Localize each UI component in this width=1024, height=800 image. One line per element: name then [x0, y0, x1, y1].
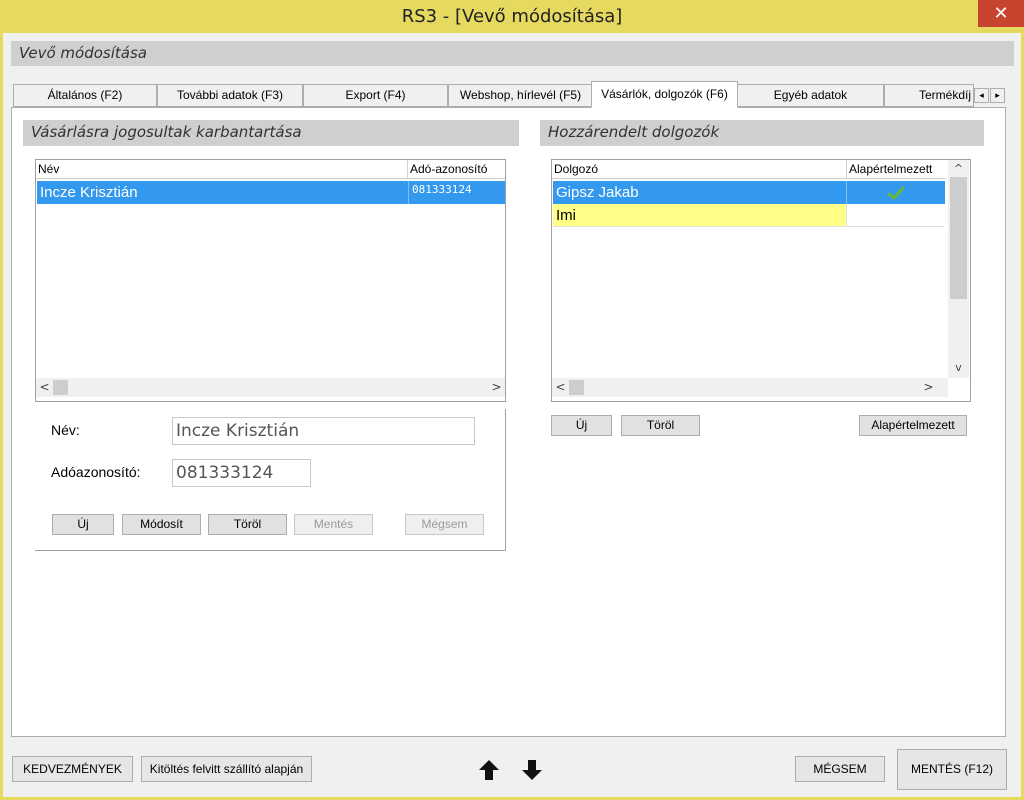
scroll-up-icon[interactable]: ^	[948, 160, 969, 177]
buyer-cancel-button[interactable]: Mégsem	[405, 514, 484, 535]
scroll-right-icon[interactable]: >	[488, 378, 505, 397]
buyer-delete-button[interactable]: Töröl	[208, 514, 287, 535]
column-header-default[interactable]: Alapértelmezett	[846, 160, 946, 179]
scroll-left-icon[interactable]: <	[552, 378, 569, 397]
buyer-modify-button[interactable]: Módosít	[122, 514, 201, 535]
buyer-new-button[interactable]: Új	[52, 514, 114, 535]
check-icon	[887, 186, 905, 200]
tab-product-fee[interactable]: Termékdíj	[884, 84, 974, 107]
tab-general[interactable]: Általános (F2)	[13, 84, 157, 107]
employee-row-default[interactable]	[846, 181, 945, 204]
employee-new-button[interactable]: Új	[551, 415, 612, 436]
column-header-tax-id[interactable]: Adó-azonosító	[407, 160, 505, 179]
name-field[interactable]: Incze Krisztián	[172, 417, 475, 445]
close-icon[interactable]: ✕	[978, 0, 1024, 27]
scroll-thumb[interactable]	[950, 177, 967, 299]
buyers-hscrollbar[interactable]: < >	[36, 378, 505, 397]
buyers-grid: Név Adó-azonosító Incze Krisztián 081333…	[35, 159, 506, 402]
employee-delete-button[interactable]: Töröl	[621, 415, 700, 436]
arrow-down-icon[interactable]	[521, 759, 543, 781]
buyers-section-title: Vásárlásra jogosultak karbantartása	[23, 120, 519, 146]
discounts-button[interactable]: KEDVEZMÉNYEK	[12, 756, 133, 782]
tab-scroll-right-icon[interactable]: ▸	[990, 88, 1005, 103]
cancel-button[interactable]: MÉGSEM	[795, 756, 885, 782]
name-label: Név:	[51, 422, 80, 438]
tax-id-label: Adóazonosító:	[51, 464, 141, 480]
employee-row-name[interactable]: Gipsz Jakab	[553, 181, 846, 204]
scroll-thumb[interactable]	[569, 380, 584, 395]
fill-from-carrier-button[interactable]: Kitöltés felvitt szállító alapján	[141, 756, 312, 782]
window-title: RS3 - [Vevő módosítása]	[401, 6, 623, 27]
tab-export[interactable]: Export (F4)	[303, 84, 448, 107]
scroll-right-icon[interactable]: >	[920, 378, 937, 397]
page-title: Vevő módosítása	[11, 41, 1014, 66]
employees-section-title: Hozzárendelt dolgozók	[540, 120, 984, 146]
tab-buyers-employees[interactable]: Vásárlók, dolgozók (F6)	[591, 81, 738, 108]
save-button[interactable]: MENTÉS (F12)	[897, 749, 1007, 790]
buyer-row-tax-id[interactable]: 081333124	[408, 181, 505, 204]
buyer-row-name[interactable]: Incze Krisztián	[37, 181, 408, 204]
employee-row-default[interactable]	[846, 204, 945, 227]
scroll-left-icon[interactable]: <	[36, 378, 53, 397]
tab-scroll-left-icon[interactable]: ◂	[974, 88, 989, 103]
scroll-down-icon[interactable]: v	[948, 359, 969, 376]
tax-id-field[interactable]: 081333124	[172, 459, 311, 487]
column-header-name[interactable]: Név	[36, 160, 407, 179]
tab-webshop[interactable]: Webshop, hírlevél (F5)	[448, 84, 593, 107]
scroll-thumb[interactable]	[53, 380, 68, 395]
employees-hscrollbar[interactable]: < >	[552, 378, 948, 397]
column-header-employee[interactable]: Dolgozó	[552, 160, 846, 179]
tab-other-data[interactable]: Egyéb adatok	[737, 84, 884, 107]
employees-vscrollbar[interactable]: ^ v	[948, 160, 969, 378]
set-default-button[interactable]: Alapértelmezett	[859, 415, 967, 436]
buyer-save-button[interactable]: Mentés	[294, 514, 373, 535]
arrow-up-icon[interactable]	[478, 759, 500, 781]
employees-grid: Dolgozó Alapértelmezett Gipsz Jakab Imi …	[551, 159, 971, 402]
employee-row-name[interactable]: Imi	[553, 204, 846, 227]
tab-more-data[interactable]: További adatok (F3)	[157, 84, 303, 107]
window-titlebar: RS3 - [Vevő módosítása] ✕	[0, 0, 1024, 33]
